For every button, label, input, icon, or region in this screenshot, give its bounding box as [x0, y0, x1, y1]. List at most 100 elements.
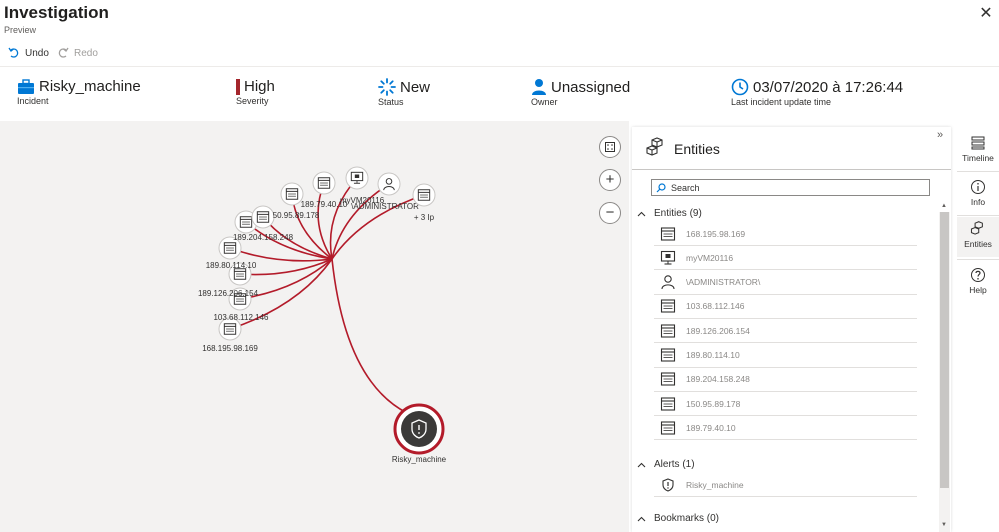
entity-row[interactable]: 189.126.206.154: [654, 319, 917, 344]
severity-value: High: [244, 78, 275, 95]
page-subtitle: Preview: [4, 25, 37, 35]
rail-info-button[interactable]: Info: [957, 175, 999, 213]
rail-info-label: Info: [970, 197, 986, 207]
server-icon: [658, 396, 678, 412]
graph-node-label: + 3 Ip: [414, 213, 435, 222]
clock-icon: [731, 78, 749, 96]
info-icon: [971, 180, 985, 194]
entity-graph[interactable]: 168.195.98.169 103.68.112.146 189.126.206.…: [0, 121, 629, 532]
alerts-group-header[interactable]: Alerts (1): [637, 459, 695, 470]
graph-node-label: 50.95.89.178: [273, 211, 320, 220]
entity-label: 168.195.98.169: [686, 228, 746, 239]
entity-label: 189.80.114.10: [686, 350, 740, 360]
entity-label: 103.68.112.146: [686, 301, 745, 312]
server-icon: [658, 298, 678, 314]
collapse-panel-button[interactable]: »: [937, 129, 943, 141]
server-icon: [658, 371, 678, 387]
close-icon: ✕: [979, 5, 993, 22]
chevron-up-icon: [637, 462, 646, 467]
entity-label: 189.204.158.248: [686, 374, 750, 385]
graph-node[interactable]: 168.195.98.169: [202, 317, 258, 353]
undo-label: Undo: [25, 47, 49, 59]
owner-caption: Owner: [531, 97, 558, 107]
updated-caption: Last incident update time: [731, 97, 832, 107]
fit-icon: [605, 142, 615, 152]
zoom-out-button[interactable]: −: [599, 202, 621, 224]
undo-button[interactable]: Undo: [8, 44, 49, 62]
panel-divider: [632, 169, 951, 170]
briefcase-icon: [18, 78, 34, 94]
entity-row[interactable]: 189.80.114.10: [654, 344, 917, 368]
entity-row[interactable]: 189.79.40.10: [654, 416, 917, 441]
incident-name: Risky_machine: [39, 78, 141, 95]
plus-icon: +: [605, 171, 615, 188]
search-input[interactable]: Search: [651, 179, 930, 196]
zoom-in-button[interactable]: +: [599, 169, 621, 191]
alert-label: Risky_machine: [686, 479, 744, 490]
graph-node[interactable]: 50.95.89.178: [251, 205, 320, 229]
server-icon: [658, 347, 678, 363]
entity-row[interactable]: 103.68.112.146: [654, 295, 917, 319]
cubes-icon: [645, 137, 667, 164]
redo-button[interactable]: Redo: [57, 44, 98, 62]
spinner-icon: [378, 78, 396, 96]
redo-icon: [58, 47, 69, 58]
incident-node-label: Risky_machine: [392, 455, 447, 464]
graph-node[interactable]: + 3 Ip: [412, 183, 436, 222]
severity-bar: [236, 78, 240, 95]
header-divider: [0, 66, 999, 67]
rail-help-label: Help: [969, 285, 987, 295]
alerts-group-label: Alerts (1): [654, 459, 695, 470]
cubes-icon: [970, 221, 983, 235]
fit-to-screen-button[interactable]: [599, 136, 621, 158]
rail-divider: [957, 259, 999, 260]
owner-value: Unassigned: [551, 78, 631, 96]
rail-timeline-button[interactable]: Timeline: [957, 131, 999, 169]
rail-entities-button[interactable]: Entities: [957, 217, 999, 257]
graph-edge: [331, 258, 408, 414]
rail-entities-label: Entities: [964, 239, 992, 249]
close-button[interactable]: ✕: [976, 4, 996, 24]
entities-group-label: Entities (9): [654, 208, 702, 219]
timeline-icon: [971, 136, 985, 150]
entity-row[interactable]: 150.95.89.178: [654, 392, 917, 417]
incident-info: Risky_machine Incident: [17, 78, 141, 114]
severity-info: High Severity: [236, 78, 275, 114]
entity-label: myVM20116: [686, 252, 734, 263]
server-icon: [658, 420, 678, 436]
graph-node-label: 189.126.206.154: [198, 289, 259, 298]
graph-node-label: \ADMINISTRATOR: [351, 202, 419, 211]
entity-row[interactable]: myVM20116: [654, 246, 917, 271]
incident-node[interactable]: Risky_machine: [392, 403, 447, 464]
alert-row[interactable]: Risky_machine: [654, 473, 917, 497]
person-icon: [532, 79, 546, 95]
entity-row[interactable]: 189.204.158.248: [654, 368, 917, 392]
entity-row[interactable]: 168.195.98.169: [654, 222, 917, 246]
entity-label: \ADMINISTRATOR\: [686, 277, 761, 288]
entity-row[interactable]: \ADMINISTRATOR\: [654, 271, 917, 295]
severity-caption: Severity: [236, 96, 269, 106]
help-icon: [971, 268, 985, 282]
shield-alert-icon: [658, 477, 678, 492]
chevron-up-icon: [637, 211, 646, 216]
scroll-up-arrow[interactable]: ▲: [941, 203, 947, 209]
bookmarks-group-label: Bookmarks (0): [654, 513, 720, 524]
graph-node-label: 168.195.98.169: [202, 344, 258, 353]
bookmarks-group-header[interactable]: Bookmarks (0): [637, 513, 719, 524]
rail-divider: [957, 215, 999, 216]
entities-group-header[interactable]: Entities (9): [637, 208, 702, 219]
incident-caption: Incident: [17, 96, 49, 106]
entity-label: 189.126.206.154: [686, 325, 750, 336]
redo-label: Redo: [74, 47, 98, 59]
rail-divider: [957, 171, 999, 172]
graph-node-label: 189.204.158.248: [233, 233, 294, 242]
status-caption: Status: [378, 97, 404, 107]
scroll-down-arrow[interactable]: ▼: [941, 522, 947, 528]
owner-info: Unassigned Owner: [531, 78, 630, 114]
graph-canvas[interactable]: 168.195.98.169 103.68.112.146 189.126.206.…: [0, 121, 629, 532]
rail-help-button[interactable]: Help: [957, 263, 999, 301]
scrollbar-thumb[interactable]: [940, 212, 949, 488]
status-value: New: [400, 78, 431, 96]
search-placeholder: Search: [671, 182, 700, 193]
updated-value: 03/07/2020 à 17:26:44: [753, 78, 904, 96]
